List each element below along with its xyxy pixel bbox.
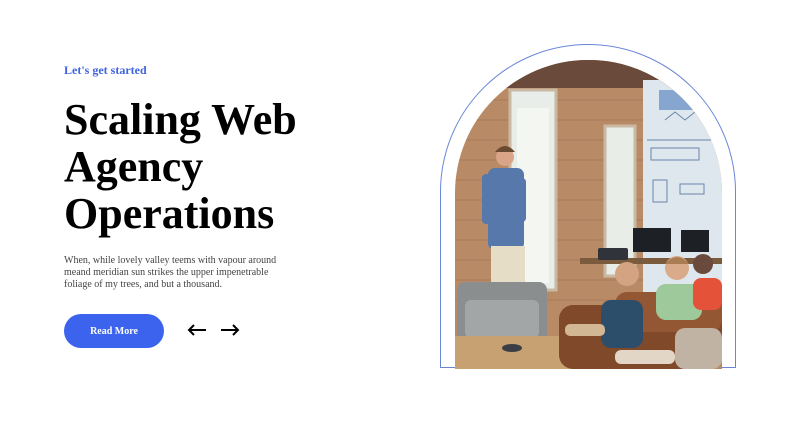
- read-more-button[interactable]: Read More: [64, 314, 164, 348]
- eyebrow-text: Let's get started: [64, 63, 147, 77]
- hero-intro: Let's get started: [64, 62, 364, 78]
- hero-headline: Scaling Web Agency Operations: [64, 95, 297, 238]
- arrow-left-icon[interactable]: [186, 320, 208, 340]
- arrow-right-icon[interactable]: [219, 320, 241, 340]
- hero-description: When, while lovely valley teems with vap…: [64, 255, 277, 290]
- hero-photo: [455, 60, 722, 369]
